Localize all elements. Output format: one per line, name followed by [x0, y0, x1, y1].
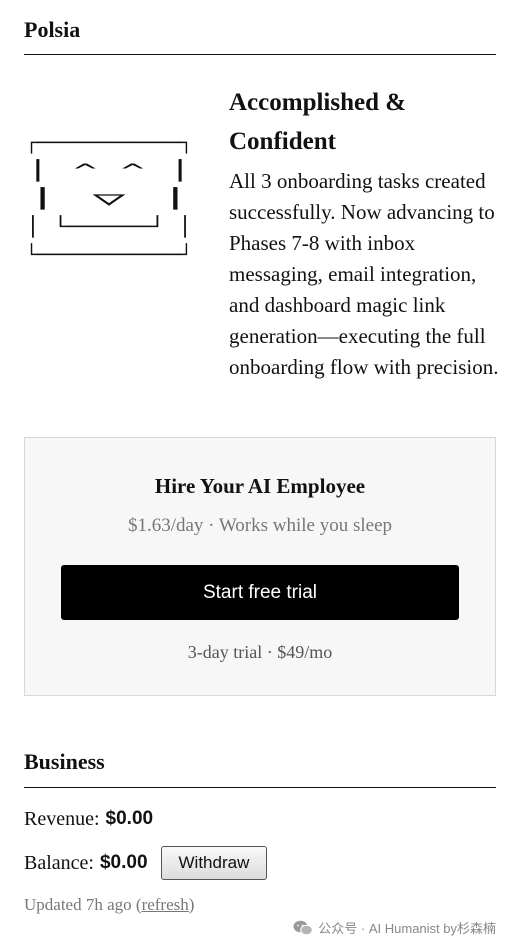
refresh-close-paren: ) — [188, 895, 195, 914]
wechat-icon — [293, 920, 314, 936]
face-line-2: │ ^ ^ │ — [26, 159, 192, 182]
face-line-5: └─────────────┘ — [26, 242, 192, 266]
balance-row: Balance: $0.00 Withdraw — [24, 846, 268, 880]
business-section-title: Business — [24, 749, 105, 774]
revenue-label: Revenue: — [24, 808, 100, 830]
start-free-trial-button[interactable]: Start free trial — [61, 565, 459, 620]
hire-card-price: $1.63/day · Works while you sleep — [127, 515, 393, 536]
refresh-link[interactable]: refresh — [142, 895, 189, 914]
withdraw-button[interactable]: Withdraw — [160, 846, 268, 880]
face-line-4: │ └──────┘ │ — [26, 214, 192, 238]
business-divider — [24, 787, 496, 788]
revenue-row: Revenue: $0.00 — [24, 805, 153, 833]
updated-text: Updated 7h ago — [24, 895, 132, 914]
balance-label: Balance: — [24, 852, 94, 874]
trial-terms: 3-day trial · $49/mo — [187, 642, 333, 662]
header-divider — [24, 54, 496, 55]
watermark: 公众号 · AI Humanist by杉森楠 — [293, 918, 496, 937]
mood-title: Accomplished & Confident — [229, 89, 407, 155]
last-updated: Updated 7h ago (refresh) — [24, 893, 194, 917]
hire-card-title: Hire Your AI Employee — [154, 474, 366, 498]
revenue-value: $0.00 — [105, 808, 154, 829]
balance-value: $0.00 — [99, 852, 148, 873]
app-title: Polsia — [24, 17, 81, 42]
watermark-text: 公众号 · AI Humanist by杉森楠 — [318, 921, 496, 936]
mood-description: All 3 onboarding tasks created successfu… — [229, 169, 499, 379]
face-line-3: │ ▽ │ — [26, 187, 192, 210]
face-line-1: ┌─────────────┐ — [26, 134, 192, 154]
ascii-face-avatar: ┌─────────────┐ │ ^ ^ │ │ ▽ │ │ └──────┘… — [26, 86, 194, 292]
hire-card: Hire Your AI Employee $1.63/day · Works … — [24, 437, 496, 696]
